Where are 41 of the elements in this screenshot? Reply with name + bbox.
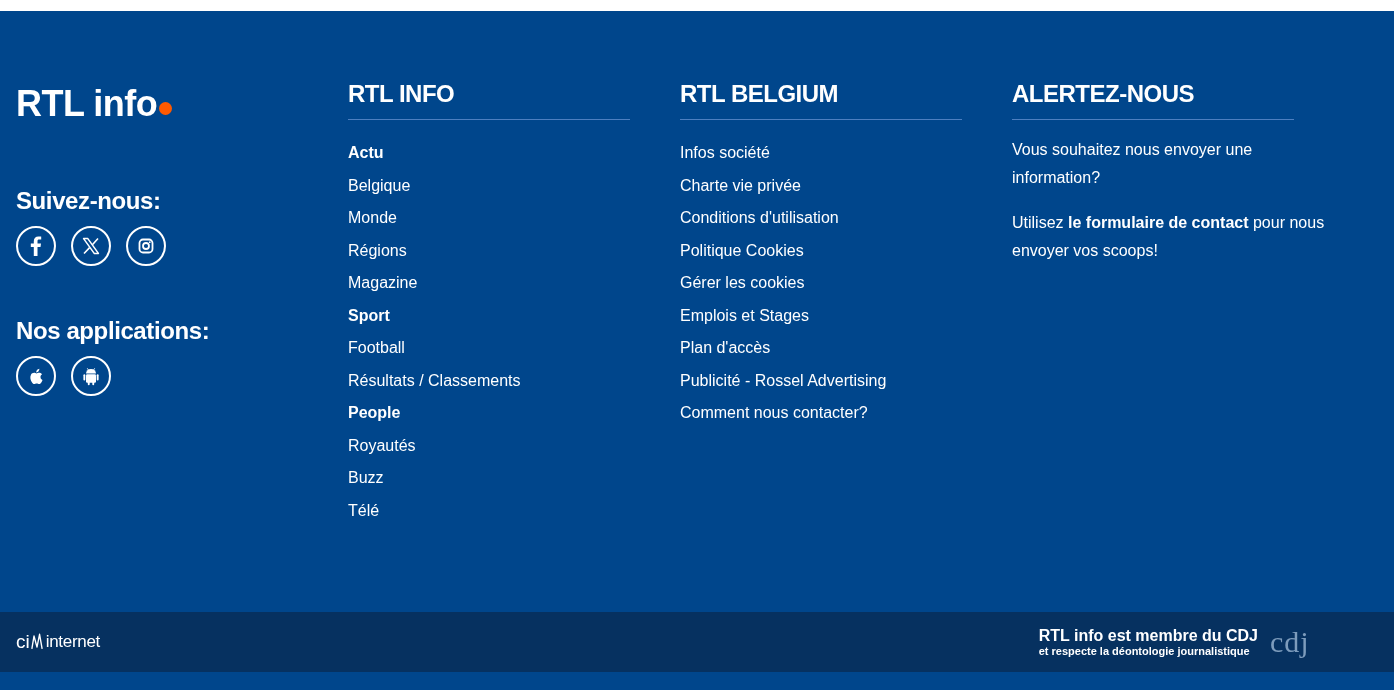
- footer-link[interactable]: Infos société: [680, 144, 770, 161]
- x-logo-icon[interactable]: [71, 226, 111, 266]
- cdj-logo[interactable]: cdj: [1270, 626, 1340, 658]
- footer-link[interactable]: Comment nous contacter?: [680, 404, 868, 421]
- footer-link[interactable]: Plan d'accès: [680, 339, 771, 356]
- apps-heading: Nos applications:: [16, 317, 210, 345]
- alert-paragraph: Vous souhaitez nous envoyer une information?: [1012, 140, 1254, 188]
- cim-logo-text: internet: [45, 631, 101, 653]
- footer-link[interactable]: Régions: [348, 241, 407, 259]
- footer-link[interactable]: Publicité - Rossel Advertising: [680, 371, 887, 389]
- cdj-notice-subtitle: et respecte la déontologie journalistique: [1038, 644, 1250, 658]
- footer-link[interactable]: Emplois et Stages: [680, 306, 809, 324]
- footer-link[interactable]: Football: [348, 339, 405, 356]
- dot-icon: [159, 102, 173, 115]
- footer-link[interactable]: Belgique: [348, 176, 411, 194]
- section-link[interactable]: Actu: [348, 144, 384, 161]
- footer-link[interactable]: Magazine: [348, 274, 418, 291]
- column-heading: RTL BELGIUM: [680, 80, 962, 120]
- logo-text[interactable]: RTL info: [16, 84, 158, 124]
- apple-icon[interactable]: [16, 356, 56, 396]
- footer-link[interactable]: Conditions d'utilisation: [680, 209, 839, 226]
- instagram-icon[interactable]: [126, 226, 166, 266]
- footer-link[interactable]: Gérer les cookies: [680, 274, 805, 291]
- wave-icon: [30, 632, 43, 652]
- cdj-notice-title: RTL info est membre du CDJ: [1038, 626, 1258, 645]
- footer-link[interactable]: Politique Cookies: [680, 241, 804, 259]
- follow-heading: Suivez-nous:: [16, 187, 161, 215]
- column-heading: RTL INFO: [348, 80, 630, 120]
- footer-link[interactable]: Monde: [348, 209, 397, 226]
- cim-logo-text: ci: [16, 631, 30, 653]
- facebook-icon[interactable]: [16, 226, 56, 266]
- footer-link[interactable]: Charte vie privée: [680, 176, 801, 194]
- alert-paragraph: Utilisez le formulaire de contact pour nous envoyer vos scoops!: [1012, 213, 1326, 261]
- section-link[interactable]: People: [348, 404, 401, 421]
- android-icon[interactable]: [71, 356, 111, 396]
- section-link[interactable]: Sport: [348, 306, 390, 324]
- footer-link[interactable]: Royautés: [348, 436, 416, 454]
- column-heading: ALERTEZ-NOUS: [1012, 80, 1294, 120]
- footer-link[interactable]: Télé: [348, 501, 380, 519]
- footer-link[interactable]: Buzz: [348, 469, 384, 486]
- footer-link[interactable]: Résultats / Classements: [348, 371, 521, 389]
